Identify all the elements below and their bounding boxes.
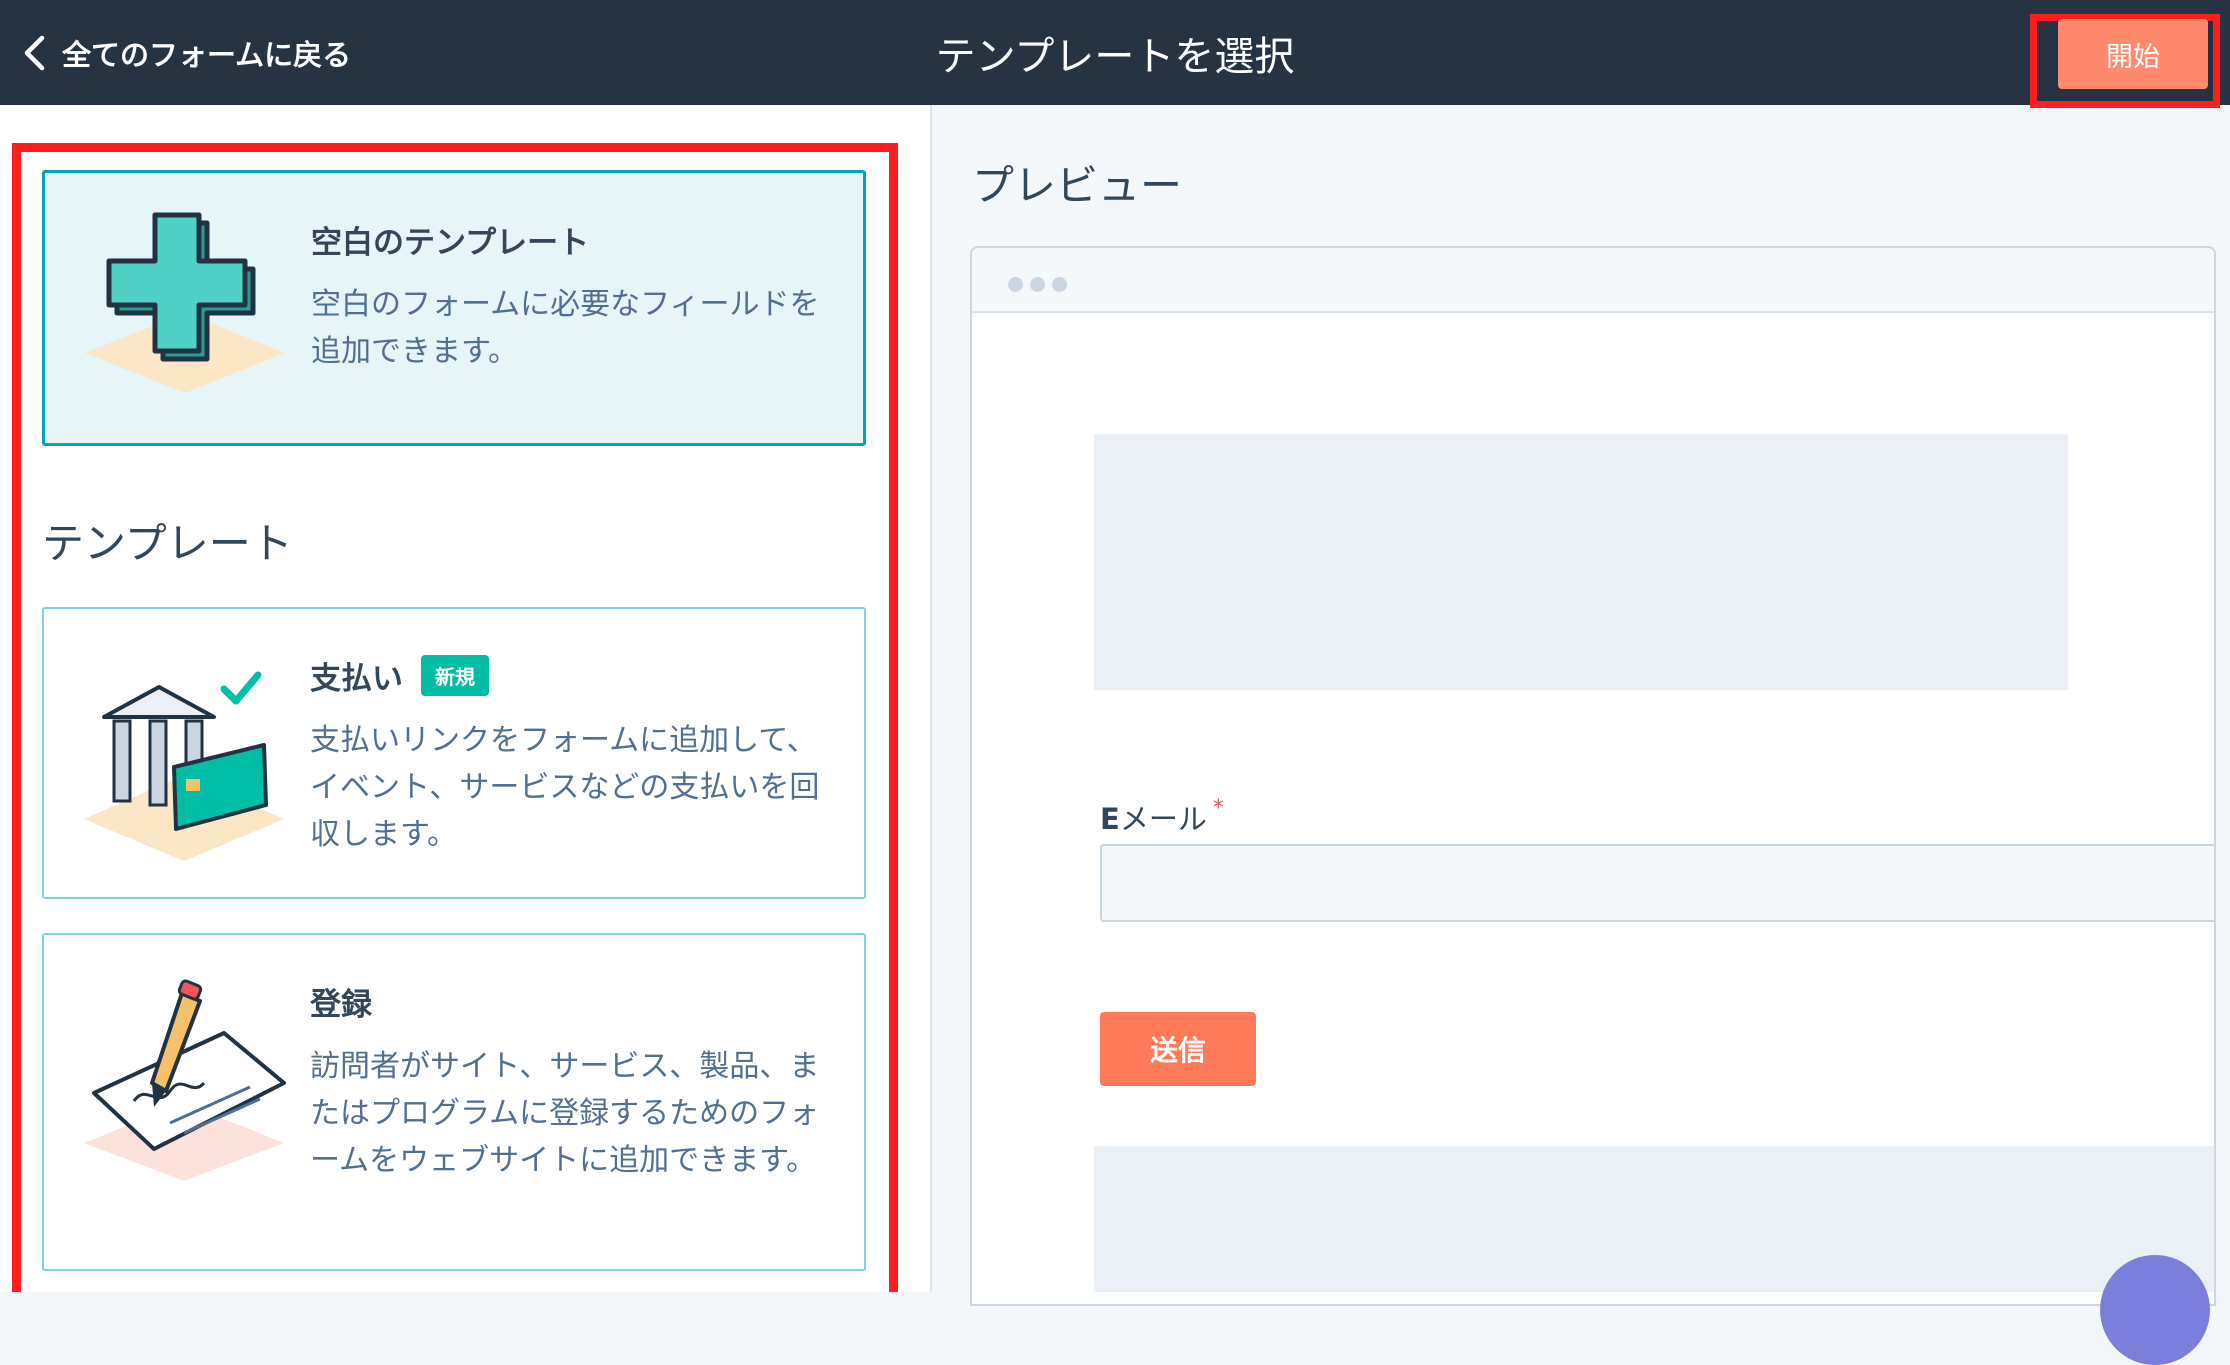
submit-button[interactable]: 送信	[1100, 1012, 1256, 1086]
browser-dot	[1008, 277, 1023, 292]
start-button[interactable]: 開始	[2058, 19, 2208, 89]
signature-pencil-icon	[84, 979, 286, 1181]
registration-template-title: 登録	[310, 987, 372, 1023]
browser-dot	[1030, 277, 1045, 292]
payment-template-title: 支払い	[310, 661, 403, 697]
blank-template-card[interactable]: 空白のテンプレート 空白のフォームに必要なフィールドを追加できます。	[42, 170, 866, 446]
bank-card-icon	[84, 671, 284, 861]
email-field-label: Eメール *	[1100, 796, 1224, 838]
email-input[interactable]	[1100, 844, 2214, 922]
required-mark: *	[1212, 796, 1224, 821]
browser-dot	[1052, 277, 1067, 292]
registration-template-card[interactable]: 登録 訪問者がサイト、サービス、製品、またはプログラムに登録するためのフォームを…	[42, 933, 866, 1271]
new-badge: 新規	[421, 655, 489, 696]
email-label-prefix: E	[1100, 802, 1120, 836]
back-link-label: 全てのフォームに戻る	[62, 38, 352, 72]
preview-placeholder-block-bottom	[1094, 1146, 2214, 1292]
payment-template-title-row: 支払い 新規	[310, 653, 489, 698]
browser-title-bar	[972, 248, 2214, 313]
chat-launcher-button[interactable]	[2100, 1255, 2210, 1365]
preview-heading: プレビュー	[972, 161, 1183, 210]
blank-template-title: 空白のテンプレート	[311, 225, 590, 261]
top-bar: 全てのフォームに戻る テンプレートを選択	[0, 0, 2230, 105]
preview-placeholder-block	[1094, 434, 2068, 690]
plus-cross-icon	[85, 212, 285, 393]
chevron-left-icon	[24, 35, 45, 71]
email-label-text: メール	[1119, 802, 1207, 836]
back-link[interactable]: 全てのフォームに戻る	[22, 28, 351, 78]
payment-template-description: 支払いリンクをフォームに追加して、イベント、サービスなどの支払いを回収します。	[310, 723, 820, 852]
payment-template-card[interactable]: 支払い 新規 支払いリンクをフォームに追加して、イベント、サービスなどの支払いを…	[42, 607, 866, 899]
blank-template-description: 空白のフォームに必要なフィールドを追加できます。	[311, 287, 820, 369]
registration-template-description: 訪問者がサイト、サービス、製品、またはプログラムに登録するためのフォームをウェブ…	[310, 1049, 820, 1178]
templates-section-heading: テンプレート	[42, 519, 293, 568]
